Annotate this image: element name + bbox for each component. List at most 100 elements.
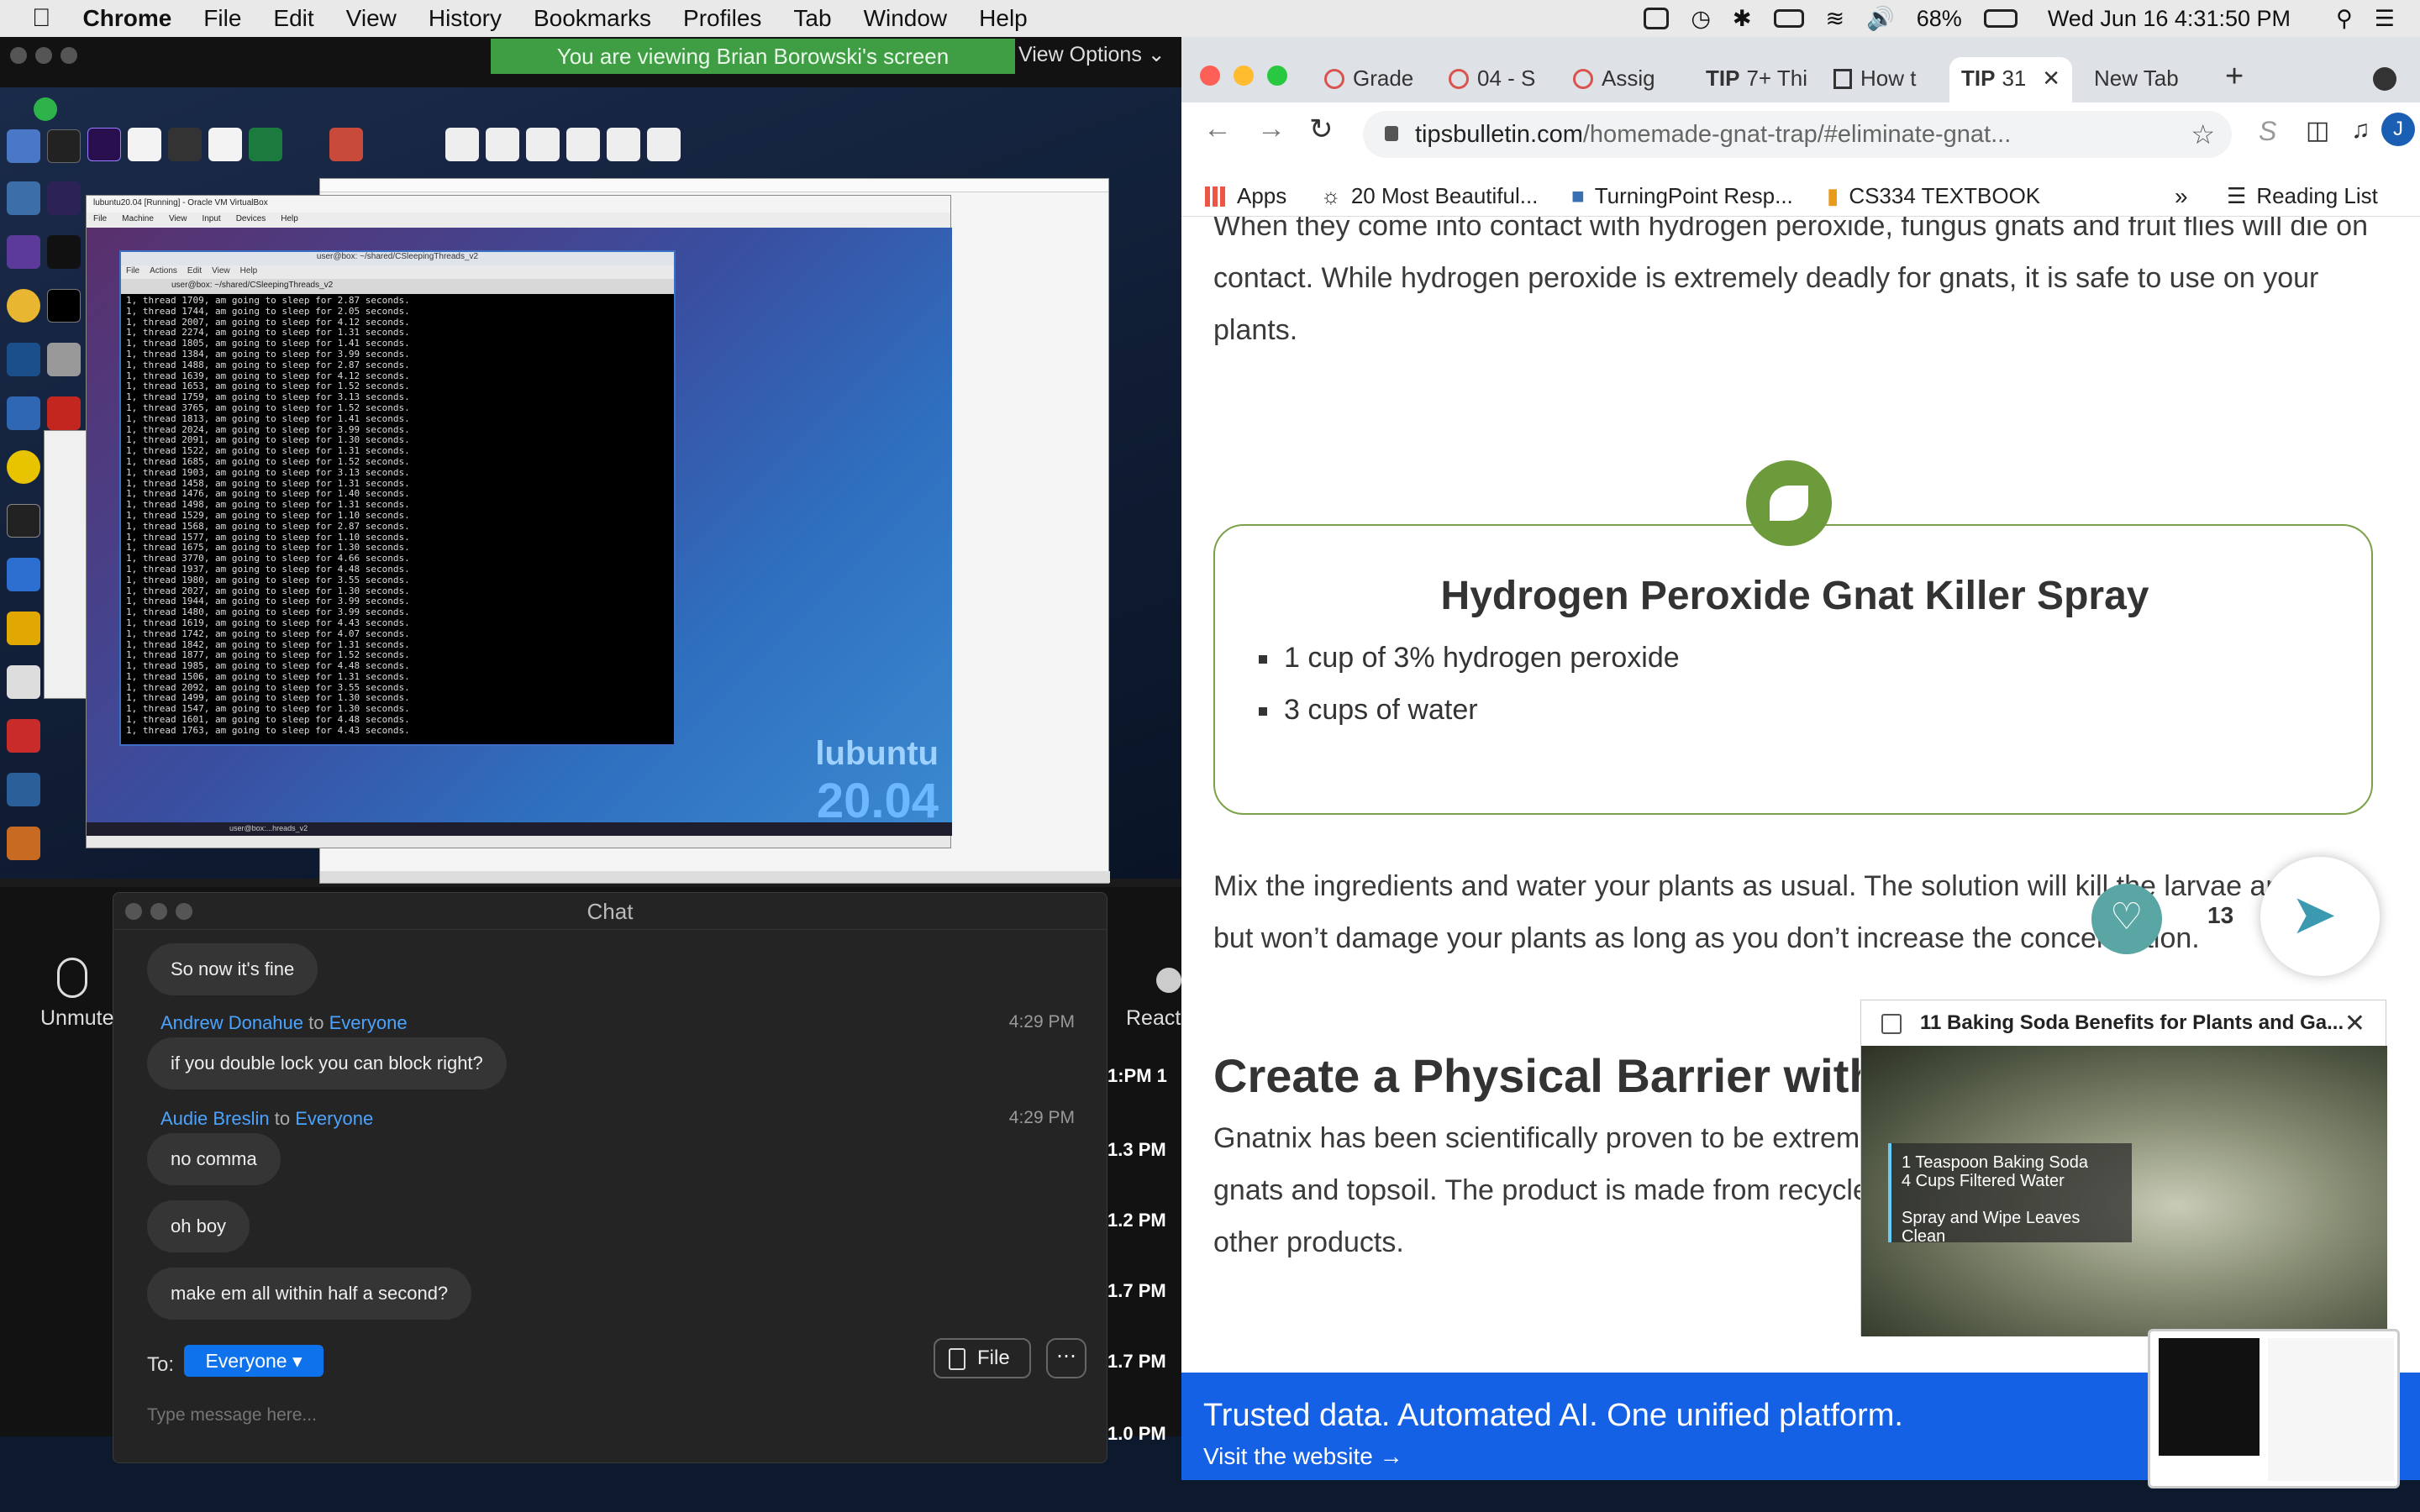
sender-name[interactable]: Andrew Donahue: [160, 1012, 303, 1033]
share-icon[interactable]: ➤: [2260, 857, 2380, 976]
menu-bar:  Chrome File Edit View History Bookmark…: [0, 0, 2420, 37]
chat-message: oh boy: [147, 1200, 250, 1252]
sender-to: to: [274, 1108, 291, 1129]
bookmark-turningpoint[interactable]: ■ TurningPoint Resp...: [1571, 183, 1793, 209]
forward-arrow-icon[interactable]: →: [1257, 113, 1286, 145]
chat-sender: Andrew Donahue to Everyone: [160, 1012, 408, 1034]
vbox-menu-view[interactable]: View: [169, 214, 187, 226]
bookmark-20-most-beautiful[interactable]: ☼ 20 Most Beautiful...: [1321, 183, 1538, 209]
tab-assign[interactable]: Assig: [1573, 59, 1682, 97]
close-video-icon[interactable]: ✕: [2344, 1009, 2365, 1038]
file-button[interactable]: File: [934, 1338, 1031, 1378]
apple-icon[interactable]: : [0, 4, 51, 33]
sender-name[interactable]: Audie Breslin: [160, 1108, 270, 1129]
external-link-icon[interactable]: [1881, 1014, 1902, 1034]
battery-icon[interactable]: [1983, 9, 2018, 28]
time-machine-icon[interactable]: ◷: [1691, 6, 1711, 32]
sandra-icon: [7, 235, 40, 269]
close-tab-icon[interactable]: ✕: [2042, 57, 2060, 99]
maximize-window-button[interactable]: [1267, 66, 1287, 86]
vbox-menu-devices[interactable]: Devices: [236, 214, 266, 226]
new-tab-plus-icon[interactable]: +: [2225, 59, 2244, 95]
tab-04[interactable]: 04 - S: [1449, 59, 1558, 97]
heart-icon[interactable]: ♡: [2091, 884, 2162, 954]
bluetooth-icon[interactable]: ✱: [1733, 6, 1752, 32]
more-options-button[interactable]: ⋯: [1046, 1338, 1086, 1378]
menu-tab[interactable]: Tab: [761, 5, 831, 32]
terminal-output[interactable]: 1, thread 1709, am going to sleep for 2.…: [121, 294, 674, 746]
menu-bookmarks[interactable]: Bookmarks: [502, 5, 651, 32]
control-center-icon[interactable]: ☰: [2375, 6, 2395, 32]
term-menu-actions[interactable]: Actions: [150, 266, 177, 278]
zoom-minimize-button[interactable]: [35, 47, 52, 64]
zoom-zoom-button[interactable]: [60, 47, 77, 64]
chat-minimize-button[interactable]: [150, 903, 167, 920]
menu-file[interactable]: File: [171, 5, 241, 32]
screenshot-thumbnail[interactable]: [2148, 1329, 2400, 1488]
vbox-menu-help[interactable]: Help: [281, 214, 298, 226]
mic-muted-icon[interactable]: [57, 958, 87, 998]
vbox-menu-machine[interactable]: Machine: [122, 214, 154, 226]
reactions-label[interactable]: React: [1126, 1006, 1181, 1031]
search-icon[interactable]: ⚲: [2336, 6, 2353, 32]
term-menu-view[interactable]: View: [212, 266, 230, 278]
keyboard-icon[interactable]: [1773, 9, 1804, 28]
bookmarks-overflow-icon[interactable]: »: [2175, 183, 2188, 210]
term-menu-file[interactable]: File: [126, 266, 139, 278]
menu-profiles[interactable]: Profiles: [651, 5, 761, 32]
chat-message-input[interactable]: [147, 1400, 1071, 1431]
tab-active[interactable]: TIP 31 ✕: [1949, 57, 2072, 102]
tab-grade[interactable]: Grade: [1324, 59, 1434, 97]
menu-edit[interactable]: Edit: [241, 5, 313, 32]
profile-avatar[interactable]: J: [2381, 113, 2415, 146]
volume-icon[interactable]: 🔊: [1866, 5, 1895, 32]
reactions-icon[interactable]: [1156, 968, 1181, 993]
zoom-close-button[interactable]: [10, 47, 27, 64]
like-count: 13: [2207, 902, 2234, 928]
article-paragraph: When they come into contact with hydroge…: [1213, 217, 2368, 346]
back-arrow-icon[interactable]: ←: [1203, 113, 1232, 145]
unmute-label[interactable]: Unmute: [40, 1006, 114, 1031]
recipient-dropdown[interactable]: Everyone ▾: [184, 1345, 324, 1377]
address-bar[interactable]: tipsbulletin.com/homemade-gnat-trap/#eli…: [1363, 111, 2232, 158]
bookmark-apps[interactable]: Apps: [1205, 183, 1286, 209]
bookmark-star-icon[interactable]: ☆: [2191, 111, 2215, 158]
extension-s-icon[interactable]: S: [2259, 116, 2276, 147]
vbox-menu-file[interactable]: File: [93, 214, 107, 226]
reload-icon[interactable]: ↻: [1309, 113, 1334, 146]
minimize-window-button[interactable]: [1234, 66, 1254, 86]
tab-how-to[interactable]: How t: [1833, 59, 1943, 97]
menu-help[interactable]: Help: [947, 5, 1028, 32]
menu-window[interactable]: Window: [832, 5, 948, 32]
view-options-button[interactable]: View Options ⌄: [1018, 42, 1186, 71]
clock[interactable]: Wed Jun 16 4:31:50 PM: [2048, 6, 2291, 32]
reading-list-button[interactable]: ☰ Reading List: [2227, 183, 2378, 209]
chat-close-button[interactable]: [125, 903, 142, 920]
battery-percent[interactable]: 68%: [1917, 6, 1962, 32]
java-file-icon: [566, 128, 600, 161]
menu-app-name[interactable]: Chrome: [51, 5, 172, 32]
bookmark-cs334-textbook[interactable]: ▮ CS334 TEXTBOOK: [1827, 183, 2040, 209]
premiere-icon: [87, 128, 121, 161]
video-player[interactable]: 1 Teaspoon Baking Soda 4 Cups Filtered W…: [1861, 1046, 2387, 1336]
tab-search-icon[interactable]: [2373, 67, 2396, 91]
vbox-menu-input[interactable]: Input: [202, 214, 220, 226]
extensions-puzzle-icon[interactable]: ◫: [2306, 116, 2329, 145]
terminal-tab[interactable]: user@box: ~/shared/CSleepingThreads_v2: [121, 279, 674, 294]
term-menu-help[interactable]: Help: [240, 266, 258, 278]
term-menu-edit[interactable]: Edit: [187, 266, 202, 278]
ad-link[interactable]: Visit the website →: [1203, 1443, 1403, 1470]
chat-zoom-button[interactable]: [176, 903, 192, 920]
lock-icon: [1385, 126, 1398, 141]
menu-history[interactable]: History: [397, 5, 502, 32]
menu-view[interactable]: View: [314, 5, 397, 32]
close-window-button[interactable]: [1200, 66, 1220, 86]
zoom-status-icon[interactable]: [1644, 8, 1670, 29]
video-title[interactable]: 11 Baking Soda Benefits for Plants and G…: [1861, 1000, 2386, 1046]
wifi-icon[interactable]: ≋: [1826, 6, 1845, 32]
vm-taskbar-item[interactable]: user@box:...hreads_v2: [229, 824, 308, 832]
tab-new-tab[interactable]: New Tab: [2086, 59, 2203, 97]
media-control-icon[interactable]: ♫: [2351, 116, 2370, 144]
video-popup: 11 Baking Soda Benefits for Plants and G…: [1860, 1000, 2387, 1336]
tab-tips[interactable]: TIP 7+ Thi: [1706, 59, 1823, 97]
